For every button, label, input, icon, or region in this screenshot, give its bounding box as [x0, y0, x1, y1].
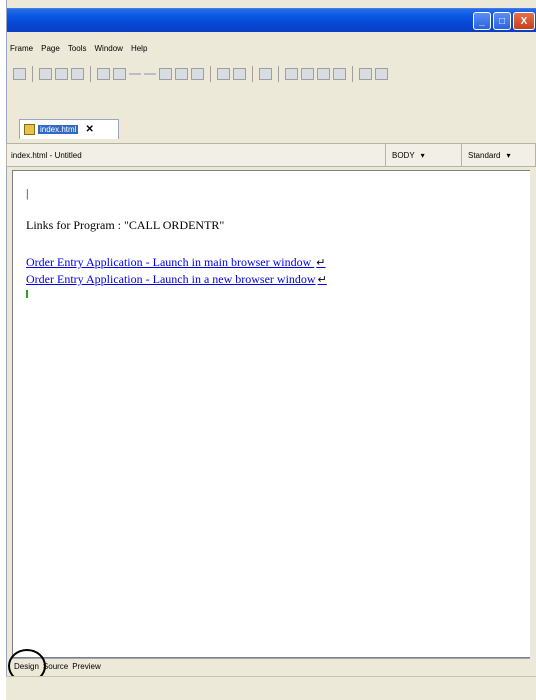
minimize-button[interactable]: _ [473, 12, 491, 30]
tab-index-html[interactable]: index.html ✕ [19, 119, 119, 139]
frame-icon[interactable] [191, 68, 204, 80]
link-main-window[interactable]: Order Entry Application - Launch in main… [26, 255, 325, 270]
chevron-down-icon: ▾ [420, 150, 425, 160]
link-text[interactable]: Order Entry Application - Launch in a ne… [26, 272, 316, 286]
toolbar-separator [32, 66, 33, 82]
menu-bar: Frame Page Tools Window Help [7, 40, 536, 56]
title-bar[interactable]: _ □ X [7, 8, 536, 32]
tag-select[interactable]: BODY ▾ [385, 143, 461, 167]
insert-column-icon[interactable] [301, 68, 314, 80]
field-icon[interactable] [233, 68, 246, 80]
anchor-icon[interactable] [259, 68, 272, 80]
toolbar-separator [278, 66, 279, 82]
document-title: index.html - Untitled [11, 150, 82, 160]
toolbar-separator [210, 66, 211, 82]
status-bar [6, 676, 536, 700]
toolbar-separator [352, 66, 353, 82]
menu-help[interactable]: Help [128, 44, 152, 53]
definition-list-icon[interactable] [71, 68, 84, 80]
view-tabs: Design Source Preview [12, 658, 530, 673]
style-select[interactable]: Standard ▾ [461, 143, 531, 167]
link-text[interactable]: Order Entry Application - Launch in main… [26, 255, 314, 269]
menu-window[interactable]: Window [92, 44, 128, 53]
document-info-bar: index.html - Untitled BODY ▾ Standard ▾ [6, 143, 536, 167]
maximize-button[interactable]: □ [493, 12, 511, 30]
toolbar-separator [252, 66, 253, 82]
html-file-icon [24, 124, 35, 135]
text-cursor: | [26, 186, 29, 200]
horizontal-rule-icon[interactable] [129, 73, 141, 75]
layer-icon[interactable] [175, 68, 188, 80]
image-icon[interactable] [113, 68, 126, 80]
tag-select-value: BODY [392, 150, 415, 160]
outdent-icon[interactable] [359, 68, 372, 80]
document-tabs: index.html ✕ [13, 119, 536, 139]
menu-tools[interactable]: Tools [65, 44, 92, 53]
formatting-toolbar [7, 62, 536, 86]
tab-preview[interactable]: Preview [70, 662, 102, 671]
chevron-down-icon: ▾ [506, 150, 511, 160]
return-icon: ↵ [316, 257, 326, 269]
merge-cells-icon[interactable] [317, 68, 330, 80]
unordered-list-icon[interactable] [39, 68, 52, 80]
link-new-window[interactable]: Order Entry Application - Launch in a ne… [26, 272, 327, 287]
style-select-value: Standard [468, 150, 501, 160]
menu-frame[interactable]: Frame [7, 44, 38, 53]
form-icon[interactable] [217, 68, 230, 80]
design-canvas[interactable]: | Links for Program : "CALL ORDENTR" Ord… [12, 170, 530, 658]
line-icon[interactable] [144, 73, 156, 75]
insert-row-icon[interactable] [285, 68, 298, 80]
return-icon: ↵ [317, 274, 327, 286]
toolbar-separator [90, 66, 91, 82]
tab-label[interactable]: index.html [38, 125, 79, 134]
ordered-list-icon[interactable] [55, 68, 68, 80]
close-tab-icon[interactable]: ✕ [85, 124, 93, 135]
indent-icon[interactable] [375, 68, 388, 80]
split-cells-icon[interactable] [333, 68, 346, 80]
table-icon[interactable] [159, 68, 172, 80]
paragraph-style-icon[interactable] [13, 68, 26, 80]
menu-page[interactable]: Page [38, 44, 65, 53]
link-icon[interactable] [97, 68, 110, 80]
close-window-button[interactable]: X [513, 12, 535, 30]
page-heading: Links for Program : "CALL ORDENTR" [26, 218, 225, 232]
insertion-marker-icon [26, 290, 30, 298]
